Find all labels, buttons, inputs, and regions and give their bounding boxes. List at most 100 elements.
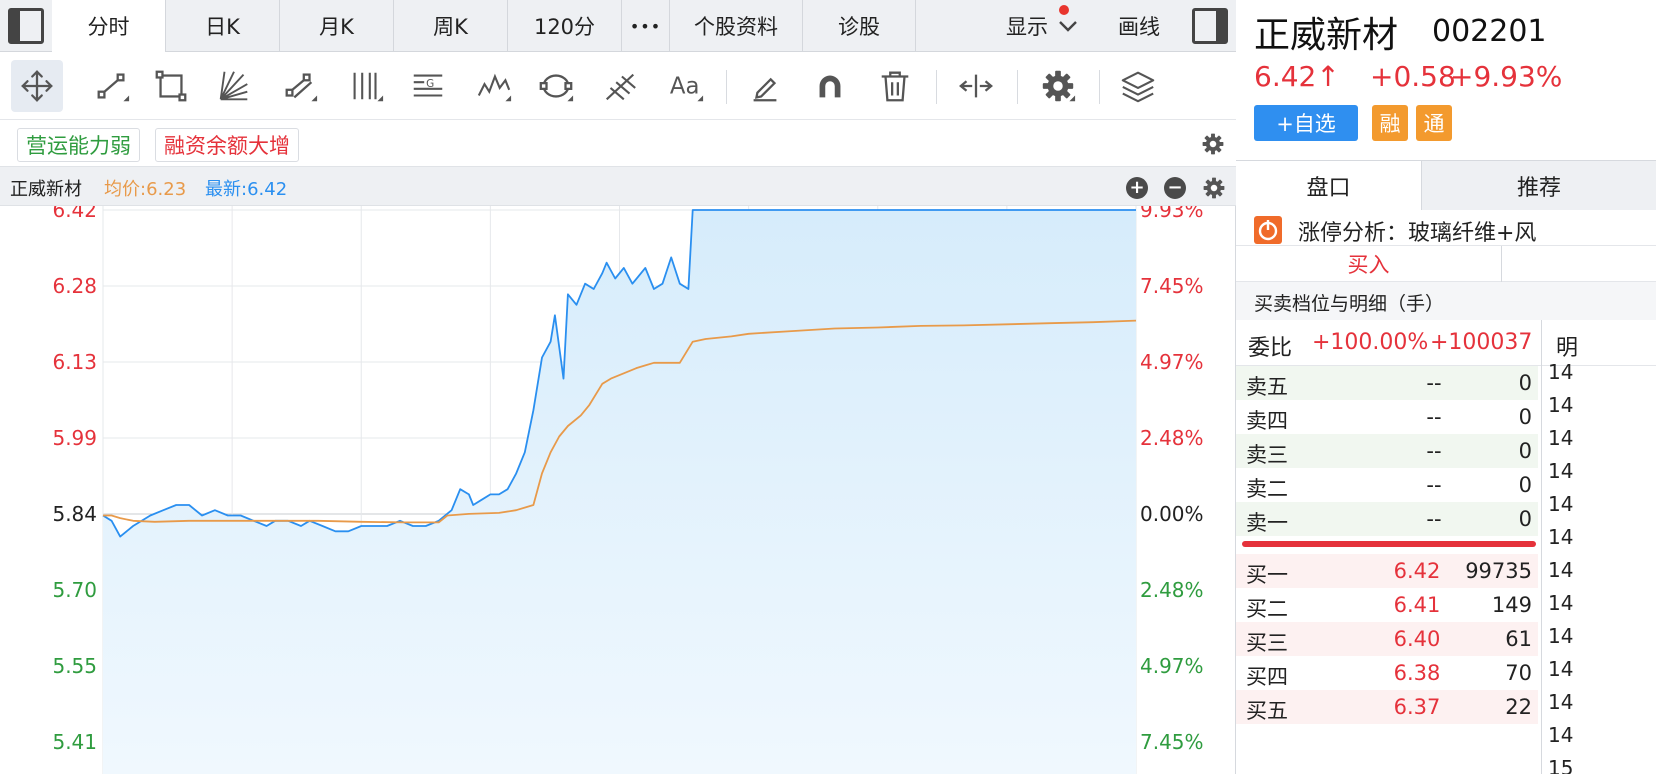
buy-level-row[interactable]: 买四 6.38 70: [1236, 656, 1538, 690]
percent-tick-label: 2.48%: [1140, 426, 1204, 450]
level-volume: 99735: [1465, 559, 1532, 583]
percent-tick-label: 2.48%: [1140, 578, 1204, 602]
zoom-out-button[interactable]: −: [1164, 177, 1186, 199]
line-segment-tool[interactable]: [86, 60, 138, 112]
committee-diff-value: +100037: [1430, 330, 1533, 355]
bid-ask-separator: [1242, 541, 1536, 547]
margin-badge[interactable]: 融: [1372, 105, 1408, 141]
level-label: 买二: [1246, 597, 1288, 621]
display-menu-button[interactable]: 显示: [1006, 0, 1096, 52]
sell-level-row[interactable]: 卖三 -- 0: [1236, 434, 1538, 468]
tab-stock-diagnosis[interactable]: 诊股: [803, 0, 916, 52]
committee-ratio-label: 委比: [1248, 336, 1293, 361]
svg-text:G: G: [426, 78, 434, 90]
sell-level-row[interactable]: 卖一 -- 0: [1236, 502, 1538, 536]
price-tick-label: 5.70: [52, 578, 97, 602]
detail-time-cell: 14: [1548, 426, 1574, 450]
committee-ratio-pct: +100.00%: [1312, 330, 1429, 355]
detail-time-cell: 14: [1548, 690, 1574, 714]
tab-monthly-k[interactable]: 月K: [280, 0, 394, 52]
fan-tool[interactable]: [208, 60, 260, 112]
chart-settings-gear-icon[interactable]: [1201, 175, 1227, 201]
tab-weekly-k[interactable]: 周K: [394, 0, 508, 52]
detail-time-cell: 15: [1548, 756, 1574, 774]
level-label: 卖一: [1246, 511, 1288, 535]
sell-level-row[interactable]: 卖五 -- 0: [1236, 366, 1538, 400]
tab-stock-profile[interactable]: 个股资料: [670, 0, 803, 52]
layers-icon: [1121, 71, 1155, 103]
parallel-channel-icon: [285, 73, 318, 102]
line-segment-icon: [97, 73, 130, 102]
detail-time-cell: 14: [1548, 459, 1574, 483]
price-tick-label: 5.41: [52, 730, 97, 754]
vertical-lines-tool[interactable]: [340, 60, 392, 112]
layers-tool[interactable]: [1112, 60, 1164, 112]
percent-tick-label: 9.93%: [1140, 206, 1204, 222]
tool-settings[interactable]: [1032, 60, 1084, 112]
tab-intraday[interactable]: 分时: [52, 0, 166, 52]
tab-daily-k[interactable]: 日K: [166, 0, 280, 52]
tag-weak-operation[interactable]: 营运能力弱: [17, 128, 140, 162]
vertical-lines-icon: [353, 72, 384, 102]
draw-line-button[interactable]: 画线: [1118, 0, 1160, 52]
level-label: 卖二: [1246, 477, 1288, 501]
text-tool[interactable]: Aa: [660, 60, 712, 112]
buy-level-row[interactable]: 买一 6.42 99735: [1236, 554, 1538, 588]
price-tick-label: 5.84: [52, 502, 97, 526]
text-aa-icon: Aa: [670, 74, 704, 102]
detail-time-cell: 14: [1548, 657, 1574, 681]
limit-up-icon: [1254, 216, 1282, 244]
level-price: 6.37: [1393, 695, 1441, 719]
tab-recommend[interactable]: 推荐: [1422, 161, 1656, 210]
toggle-right-panel-icon[interactable]: [1192, 8, 1228, 44]
wave-icon: [477, 73, 512, 102]
price-tick-label: 5.99: [52, 426, 97, 450]
buy-level-row[interactable]: 买三 6.40 61: [1236, 622, 1538, 656]
cycle-tool[interactable]: [530, 60, 582, 112]
move-tool[interactable]: [11, 60, 63, 112]
tags-settings-gear-icon[interactable]: [1200, 131, 1226, 157]
svg-text:Aa: Aa: [670, 74, 700, 100]
magnet-tool[interactable]: [804, 60, 856, 112]
toggle-left-panel-icon[interactable]: [8, 8, 44, 44]
limit-up-analysis-text: 涨停分析：玻璃纤维+风: [1298, 221, 1537, 246]
price-change: +0.58: [1370, 60, 1456, 93]
price-change-pct: +9.93%: [1450, 60, 1563, 93]
tag-financing-increase[interactable]: 融资余额大增: [155, 128, 299, 162]
detail-time-cell: 14: [1548, 624, 1574, 648]
trash-icon: [881, 71, 909, 102]
delete-tool[interactable]: [869, 60, 921, 112]
gear-icon: [1042, 70, 1076, 102]
magnet-icon: [819, 75, 841, 98]
toolbar-divider: [1017, 70, 1018, 104]
pen-icon: [753, 77, 777, 102]
display-menu-label: 显示: [1006, 15, 1048, 39]
rectangle-tool[interactable]: [145, 60, 197, 112]
sell-level-row[interactable]: 卖四 -- 0: [1236, 400, 1538, 434]
connect-badge[interactable]: 通: [1416, 105, 1452, 141]
fork-tool[interactable]: [594, 60, 646, 112]
buy-level-row[interactable]: 买二 6.41 149: [1236, 588, 1538, 622]
text-note-tool[interactable]: G: [402, 60, 454, 112]
price-tick-label: 5.55: [52, 654, 97, 678]
wave-tool[interactable]: [468, 60, 520, 112]
cycle-icon: [539, 74, 574, 102]
zoom-in-button[interactable]: +: [1126, 177, 1148, 199]
quote-tabs: 盘口 推荐: [1236, 160, 1656, 210]
detail-time-cell: 14: [1548, 525, 1574, 549]
parallel-channel-tool[interactable]: [274, 60, 326, 112]
price-area-fill: [103, 210, 1136, 774]
tab-120min[interactable]: 120分: [508, 0, 622, 52]
limit-up-analysis-row[interactable]: 涨停分析：玻璃纤维+风: [1236, 210, 1656, 246]
split-tool[interactable]: [950, 60, 1002, 112]
level-price: 6.42: [1393, 559, 1441, 583]
more-tabs-button[interactable]: •••: [622, 0, 670, 52]
intraday-chart[interactable]: 6.42 6.28 6.13 5.99 5.84 5.70 5.55 5.41 9.93% 7.…: [0, 206, 1236, 774]
buy-level-row[interactable]: 买五 6.37 22: [1236, 690, 1538, 724]
eraser-tool[interactable]: [739, 60, 791, 112]
percent-tick-label: 0.00%: [1140, 502, 1204, 526]
sell-level-row[interactable]: 卖二 -- 0: [1236, 468, 1538, 502]
buy-button[interactable]: 买入: [1236, 246, 1502, 282]
add-watchlist-button[interactable]: +自选: [1254, 105, 1358, 141]
tab-order-book[interactable]: 盘口: [1236, 161, 1422, 210]
